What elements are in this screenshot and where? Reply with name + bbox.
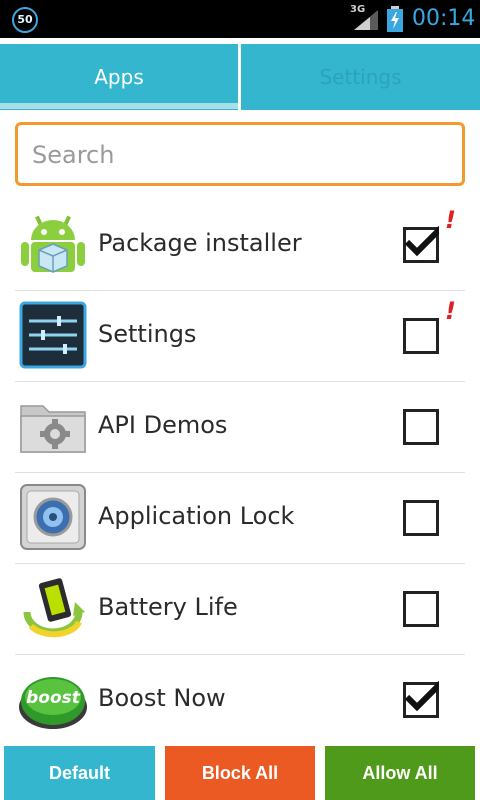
svg-text:boost: boost — [26, 688, 81, 708]
default-button[interactable]: Default — [4, 746, 155, 800]
checkmark-icon — [404, 680, 439, 712]
block-checkbox[interactable] — [403, 318, 439, 354]
app-name: Application Lock — [98, 502, 295, 530]
list-item-battery-life[interactable]: Battery Life — [15, 564, 465, 655]
allow-all-button[interactable]: Allow All — [325, 746, 475, 800]
app-name: Package installer — [98, 229, 302, 257]
app-name: API Demos — [98, 411, 228, 439]
active-tab-indicator — [0, 103, 238, 109]
notification-badge: 50 — [12, 7, 38, 33]
safe-lock-icon — [20, 484, 86, 550]
list-item-application-lock[interactable]: Application Lock — [15, 473, 465, 564]
block-checkbox[interactable] — [403, 225, 439, 263]
settings-sliders-icon — [19, 301, 87, 369]
warning-icon: ! — [445, 297, 456, 325]
list-item-settings[interactable]: Settings ! — [15, 291, 465, 382]
tab-settings[interactable]: Settings — [241, 44, 480, 110]
block-checkbox[interactable] — [403, 409, 439, 445]
folder-gear-icon — [20, 405, 86, 453]
tab-bar: Apps Settings — [0, 38, 480, 110]
boost-button-icon: boost — [19, 677, 87, 729]
search-input[interactable] — [32, 137, 452, 173]
android-package-icon — [21, 215, 85, 273]
list-item-package-installer[interactable]: Package installer ! — [15, 200, 465, 291]
bottom-action-bar: Default Block All Allow All — [0, 746, 480, 800]
block-checkbox[interactable] — [403, 591, 439, 627]
app-name: Settings — [98, 320, 197, 348]
list-item-boost-now[interactable]: boost Boost Now — [15, 655, 465, 746]
checkmark-icon — [404, 225, 439, 257]
block-checkbox[interactable] — [403, 680, 439, 718]
warning-icon: ! — [445, 206, 456, 234]
block-checkbox[interactable] — [403, 500, 439, 536]
tab-apps[interactable]: Apps — [0, 44, 238, 110]
block-all-button[interactable]: Block All — [165, 746, 315, 800]
app-name: Battery Life — [98, 593, 238, 621]
app-name: Boost Now — [98, 684, 226, 712]
search-box[interactable] — [15, 122, 465, 186]
clock: 00:14 — [412, 6, 476, 31]
signal-icon — [354, 10, 378, 30]
battery-recycle-icon — [23, 578, 85, 638]
list-item-api-demos[interactable]: API Demos — [15, 382, 465, 473]
status-bar: 50 3G 00:14 — [0, 0, 480, 38]
battery-charging-icon — [387, 6, 403, 32]
